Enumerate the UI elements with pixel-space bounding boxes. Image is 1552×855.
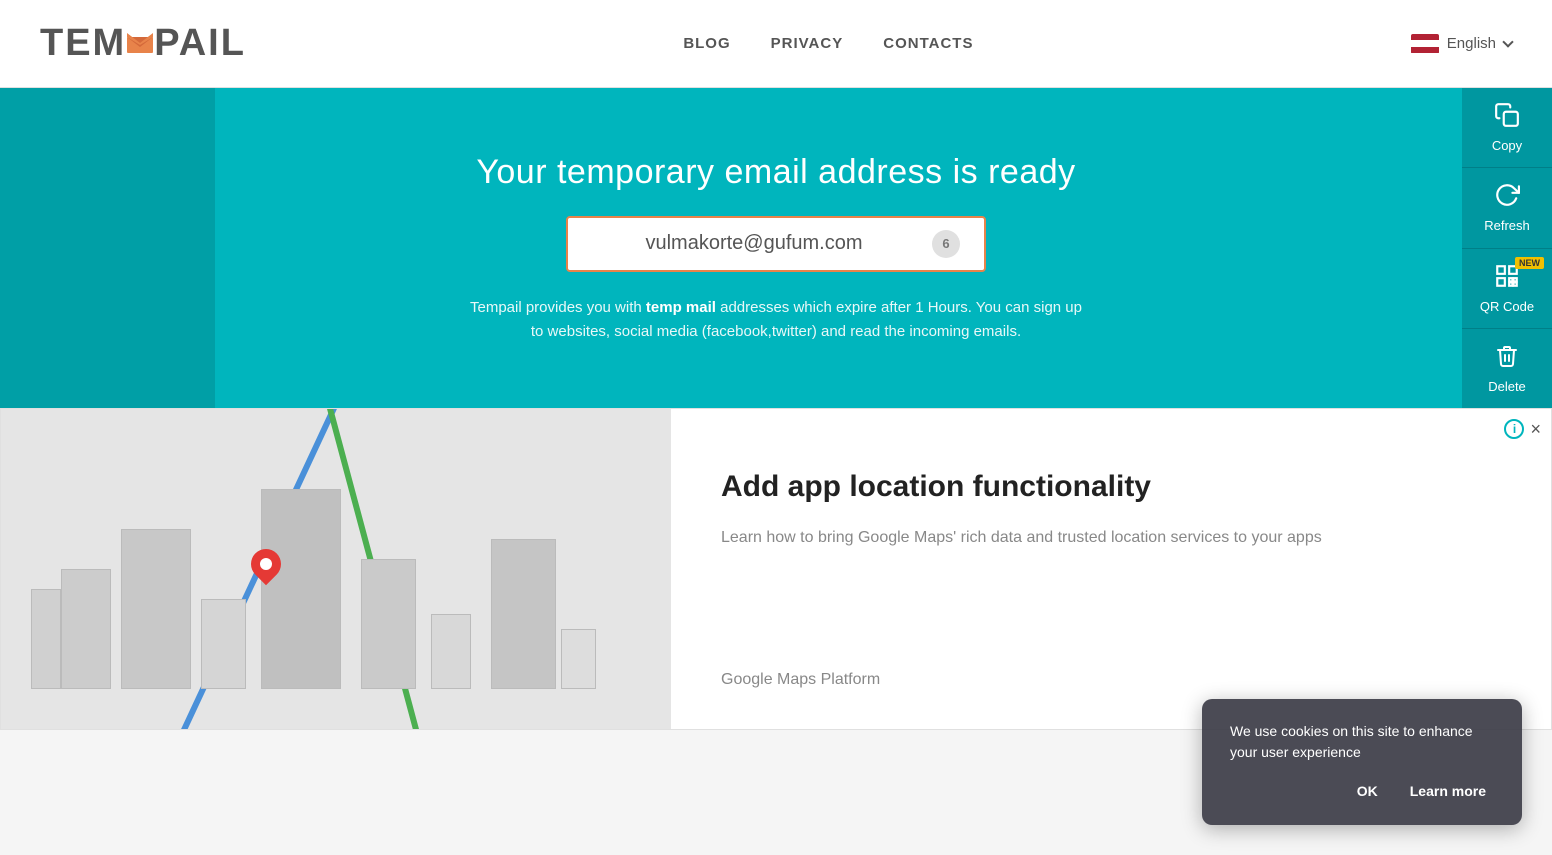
- nav-privacy[interactable]: PRIVACY: [771, 35, 844, 52]
- building: [201, 599, 246, 689]
- building: [121, 529, 191, 689]
- building: [261, 489, 341, 689]
- ad-container: i × Add app locatio: [0, 408, 1552, 730]
- delete-button[interactable]: Delete: [1462, 329, 1552, 408]
- cookie-ok-button[interactable]: OK: [1349, 779, 1386, 803]
- refresh-button[interactable]: Refresh: [1462, 168, 1552, 248]
- pin-head: [245, 543, 287, 585]
- delete-label: Delete: [1488, 379, 1526, 394]
- email-address: vulmakorte@gufum.com: [592, 232, 916, 255]
- map-background: [1, 409, 671, 729]
- building: [31, 589, 61, 689]
- hero-description: Tempail provides you with temp mail addr…: [466, 296, 1086, 344]
- refresh-icon: [1494, 182, 1520, 212]
- hero-desc-bold: temp mail: [646, 299, 716, 316]
- new-badge: NEW: [1515, 257, 1544, 269]
- cookie-banner: We use cookies on this site to enhance y…: [1202, 699, 1522, 825]
- ad-controls: i ×: [1504, 419, 1541, 439]
- ad-brand: Google Maps Platform: [721, 671, 1501, 689]
- hero-section: Your temporary email address is ready vu…: [0, 88, 1552, 408]
- refresh-label: Refresh: [1484, 218, 1530, 233]
- ad-info-button[interactable]: i: [1504, 419, 1524, 439]
- hero-title: Your temporary email address is ready: [466, 153, 1086, 192]
- copy-button[interactable]: Copy: [1462, 88, 1552, 168]
- hero-desc-before: Tempail provides you with: [470, 299, 646, 316]
- language-label: English: [1447, 35, 1496, 52]
- header: TEM PAIL BLOG PRIVACY CONTACTS English: [0, 0, 1552, 88]
- info-icon: i: [1513, 422, 1516, 436]
- email-count: 6: [932, 230, 960, 258]
- ad-description: Learn how to bring Google Maps' rich dat…: [721, 525, 1501, 551]
- ad-title: Add app location functionality: [721, 469, 1501, 505]
- building: [61, 569, 111, 689]
- ad-close-button[interactable]: ×: [1530, 420, 1541, 438]
- chevron-down-icon: [1502, 36, 1513, 47]
- qrcode-label: QR Code: [1480, 299, 1534, 314]
- building: [361, 559, 416, 689]
- ad-map: [1, 409, 671, 729]
- logo: TEM PAIL: [40, 22, 246, 65]
- nav-blog[interactable]: BLOG: [683, 35, 730, 52]
- main-nav: BLOG PRIVACY CONTACTS: [683, 35, 973, 52]
- logo-text: TEM PAIL: [40, 22, 246, 65]
- building: [431, 614, 471, 689]
- copy-icon: [1494, 102, 1520, 132]
- hero-content: Your temporary email address is ready vu…: [446, 113, 1106, 384]
- copy-label: Copy: [1492, 138, 1522, 153]
- building: [561, 629, 596, 689]
- cookie-text: We use cookies on this site to enhance y…: [1230, 721, 1494, 763]
- language-selector[interactable]: English: [1411, 34, 1512, 54]
- cookie-actions: OK Learn more: [1230, 779, 1494, 803]
- sidebar-actions: Copy Refresh NEW QR Code: [1462, 88, 1552, 408]
- nav-contacts[interactable]: CONTACTS: [883, 35, 973, 52]
- qrcode-button[interactable]: NEW QR Code: [1462, 249, 1552, 329]
- email-display: vulmakorte@gufum.com 6: [566, 216, 986, 272]
- building: [491, 539, 556, 689]
- main-content: i × Add app locatio: [0, 408, 1552, 730]
- delete-icon: [1495, 343, 1519, 373]
- map-pin: [251, 549, 281, 579]
- hero-bg-accent: [0, 88, 215, 408]
- ad-text-area: Add app location functionality Learn how…: [671, 409, 1551, 729]
- flag-icon: [1411, 34, 1439, 54]
- cookie-learn-more-button[interactable]: Learn more: [1402, 779, 1494, 803]
